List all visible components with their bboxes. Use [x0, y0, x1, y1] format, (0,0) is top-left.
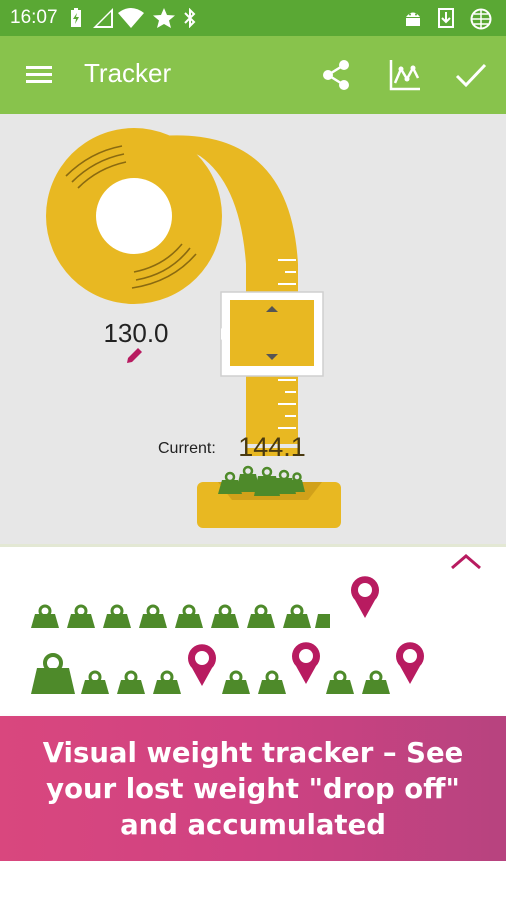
tracker-area: 130.0 Current: 144.1 [0, 114, 506, 546]
menu-icon[interactable] [22, 56, 60, 94]
app-bar: Tracker [0, 36, 506, 114]
page-title: Tracker [84, 58, 172, 88]
edit-pencil-icon[interactable] [124, 346, 144, 366]
android-icon [406, 12, 420, 26]
divider [0, 544, 506, 547]
battery-charging-icon [71, 8, 81, 27]
download-icon [438, 8, 454, 28]
current-weight-value[interactable]: 144.1 [232, 432, 312, 463]
measuring-tape-graphic [46, 128, 341, 528]
current-label: Current: [158, 440, 216, 457]
status-time: 16:07 [10, 7, 58, 28]
wifi-icon [118, 8, 144, 28]
chart-icon[interactable] [386, 56, 424, 94]
start-weight-value[interactable]: 130.0 [96, 318, 176, 349]
status-bar: 16:07 [0, 0, 506, 36]
promo-banner: Visual weight tracker – See your lost we… [0, 716, 506, 861]
signal-icon [93, 8, 113, 28]
check-icon[interactable] [452, 56, 490, 94]
globe-icon [470, 8, 492, 30]
bottom-strip [0, 861, 506, 900]
star-icon [153, 8, 175, 28]
bluetooth-icon [184, 8, 196, 28]
lost-weights-graphic [29, 576, 424, 696]
share-icon[interactable] [318, 56, 356, 94]
promo-caption: Visual weight tracker – See your lost we… [42, 736, 464, 841]
